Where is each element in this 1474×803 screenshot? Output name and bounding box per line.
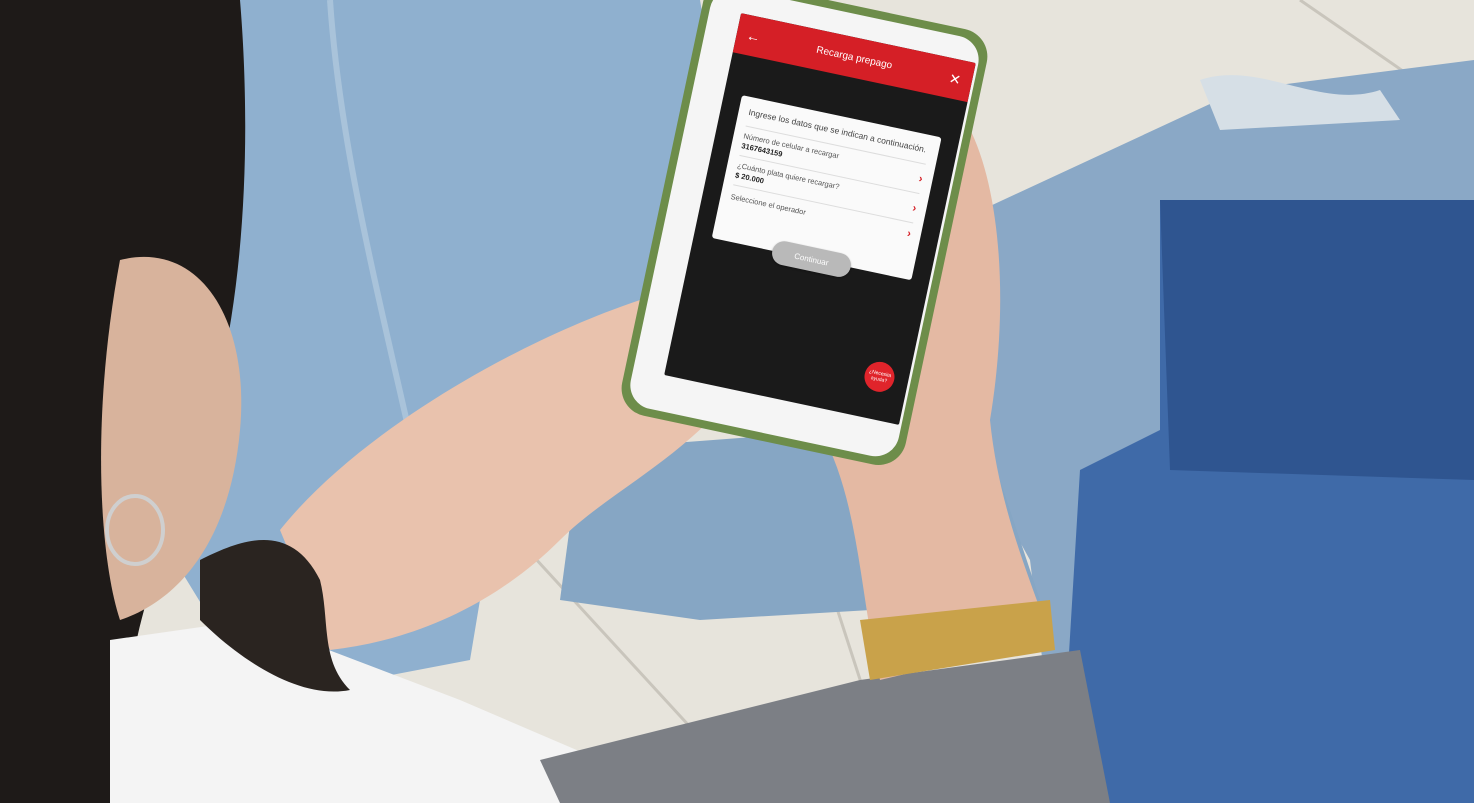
form-card: Ingrese los datos que se indican a conti… <box>711 95 942 281</box>
chevron-right-icon: › <box>911 201 918 215</box>
chevron-right-icon: › <box>917 172 924 185</box>
continue-button[interactable]: Continuar <box>769 239 854 280</box>
chevron-right-icon: › <box>905 227 913 241</box>
photo-scene: ← Recarga prepago ✕ Ingrese los datos qu… <box>0 0 1474 803</box>
close-icon[interactable]: ✕ <box>946 69 963 89</box>
help-chat-button[interactable]: ¿Necesita ayuda? <box>861 359 898 395</box>
